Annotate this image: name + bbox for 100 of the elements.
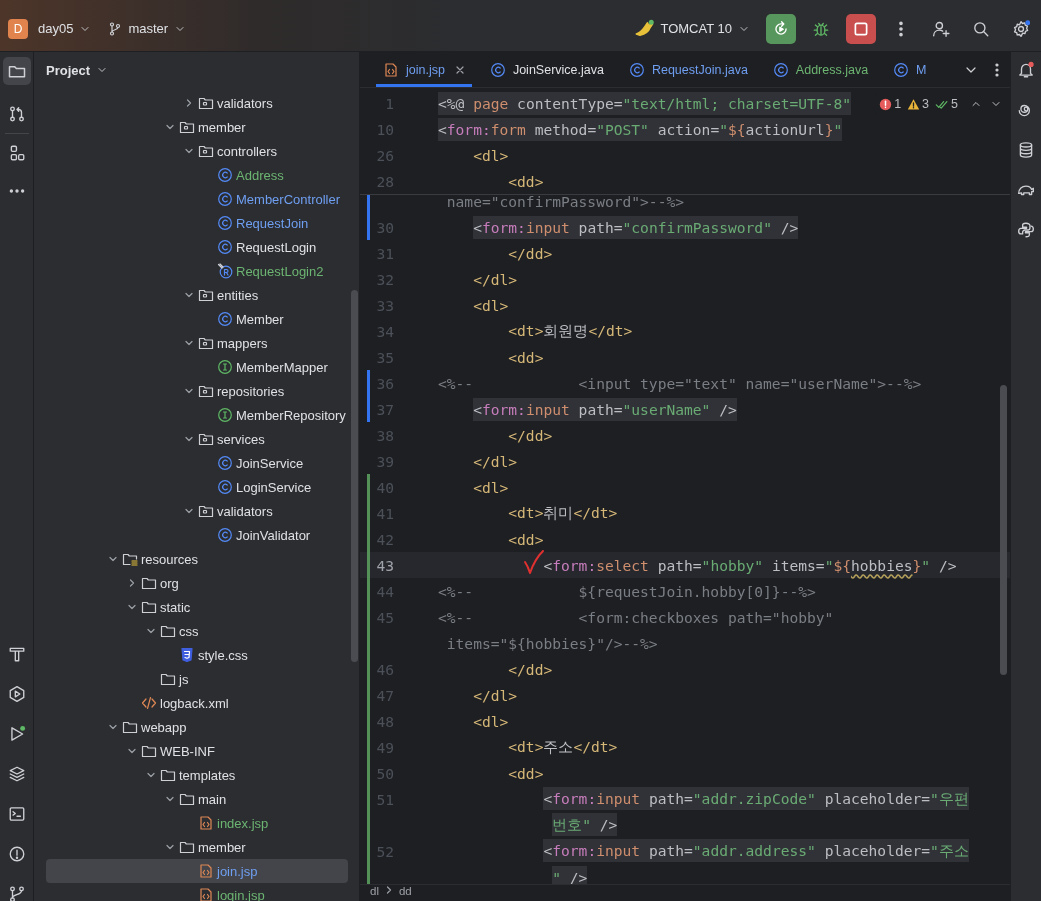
tree-item[interactable]: controllers (46, 139, 348, 163)
breadcrumb[interactable]: dl (370, 885, 379, 898)
chevron-down-icon[interactable] (164, 122, 175, 132)
code-line: <dl> (472, 478, 509, 496)
terminal-icon[interactable] (7, 805, 26, 823)
editor-tab[interactable]: M (886, 52, 934, 87)
tree-item[interactable]: style.css (46, 643, 348, 667)
chevron-down-icon[interactable] (126, 746, 137, 756)
hammer-icon[interactable] (7, 645, 26, 663)
database-icon[interactable] (1017, 141, 1035, 159)
chevron-down-icon[interactable] (164, 842, 175, 852)
tree-item[interactable]: JoinValidator (46, 523, 348, 547)
chevron-down-icon[interactable] (183, 146, 194, 156)
jsp-file-icon (198, 815, 214, 831)
code-line: <dd> (507, 764, 544, 782)
error-count: 1 (894, 97, 902, 111)
tree-item[interactable]: member (46, 115, 348, 139)
chevron-down-icon[interactable] (107, 722, 118, 732)
tree-item[interactable]: index.jsp (46, 811, 348, 835)
package-icon (198, 335, 214, 351)
tree-item[interactable]: org (46, 571, 348, 595)
tree-item[interactable]: MemberRepository (46, 403, 348, 427)
class-icon (217, 527, 233, 543)
branches-icon[interactable] (7, 105, 26, 123)
chevron-down-icon[interactable] (183, 386, 194, 396)
tree-item[interactable]: RequestJoin (46, 211, 348, 235)
chevron-down-icon[interactable] (145, 770, 156, 780)
chevron-down-icon[interactable] (183, 338, 194, 348)
search-icon[interactable] (972, 19, 990, 38)
tree-item[interactable]: resources (46, 547, 348, 571)
package-icon (179, 119, 195, 135)
notifications-icon[interactable] (1017, 61, 1035, 79)
scrollbar-thumb[interactable] (1000, 385, 1007, 675)
code-line: name="confirmPassword">--%> (445, 195, 684, 210)
chevron-down-icon[interactable] (107, 554, 118, 564)
add-user-icon[interactable] (932, 19, 950, 38)
tree-item[interactable]: main (46, 787, 348, 811)
breadcrumb[interactable]: dd (398, 885, 412, 898)
tree-item[interactable]: js (46, 667, 348, 691)
tree-item[interactable]: logback.xml (46, 691, 348, 715)
package-icon (198, 95, 214, 111)
tree-item[interactable]: mappers (46, 331, 348, 355)
tree-item[interactable]: entities (46, 283, 348, 307)
folder-icon (160, 623, 176, 639)
tree-item[interactable]: Address (46, 163, 348, 187)
tree-item[interactable]: join.jsp (46, 859, 348, 883)
package-icon (198, 287, 214, 303)
folder-icon (179, 791, 195, 807)
stop-button[interactable] (846, 13, 876, 44)
tree-item[interactable]: static (46, 595, 348, 619)
tree-item[interactable]: css (46, 619, 348, 643)
folder-icon (141, 599, 157, 615)
layers-icon[interactable] (7, 765, 26, 783)
scrollbar-thumb[interactable] (351, 290, 358, 662)
code-line: </dl> (472, 452, 518, 470)
editor-tab[interactable]: Address.java (765, 52, 876, 87)
panel-title[interactable]: Project (46, 62, 109, 78)
rerun-button[interactable] (766, 13, 796, 44)
problems-icon[interactable] (7, 845, 26, 863)
class-icon (217, 455, 233, 471)
code-line: <dt>주소</dt> (507, 737, 618, 757)
tree-item[interactable]: repositories (46, 379, 348, 403)
run-configuration[interactable]: TOMCAT 10 (629, 14, 756, 43)
code-file-icon (141, 695, 157, 711)
package-icon (198, 431, 214, 447)
chevron-down-icon[interactable] (145, 626, 156, 636)
editor-tab[interactable]: JoinService.java (482, 52, 611, 87)
tree-item[interactable]: RequestLogin2 (46, 259, 348, 283)
jsp-file-icon (198, 863, 214, 879)
git-icon[interactable] (7, 885, 26, 901)
tree-item[interactable]: WEB-INF (46, 739, 348, 763)
settings-icon[interactable] (1012, 19, 1030, 38)
tree-item[interactable]: MemberMapper (46, 355, 348, 379)
tree-item[interactable]: validators (46, 91, 348, 115)
code-line: items="${hobbies}"/>--%> (445, 634, 658, 652)
tree-item[interactable]: Member (46, 307, 348, 331)
chevron-down-icon[interactable] (183, 434, 194, 444)
tree-item[interactable]: webapp (46, 715, 348, 739)
chevron-right-icon (384, 885, 393, 895)
branch-selector[interactable]: master (101, 14, 193, 43)
editor-tab[interactable]: RequestJoin.java (621, 52, 755, 87)
jsp-file-icon (198, 887, 214, 901)
services-icon[interactable] (7, 685, 26, 703)
tree-item[interactable]: services (46, 427, 348, 451)
tree-item[interactable]: RequestLogin (46, 235, 348, 259)
tree-item[interactable]: JoinService (46, 451, 348, 475)
tree-item[interactable]: validators (46, 499, 348, 523)
close-icon[interactable] (454, 64, 465, 75)
code-line: <dl> (472, 296, 509, 314)
tree-item[interactable]: LoginService (46, 475, 348, 499)
rerun-icon (772, 19, 790, 38)
chevron-down-icon[interactable] (126, 602, 137, 612)
chevron-down-icon[interactable] (183, 290, 194, 300)
project-tool-button[interactable] (2, 57, 31, 85)
tree-item[interactable]: templates (46, 763, 348, 787)
tree-item[interactable]: MemberController (46, 187, 348, 211)
tree-item[interactable]: member (46, 835, 348, 859)
chevron-down-icon[interactable] (183, 506, 194, 516)
project-selector[interactable]: day05 (32, 14, 98, 43)
chevron-down-icon[interactable] (164, 794, 175, 804)
